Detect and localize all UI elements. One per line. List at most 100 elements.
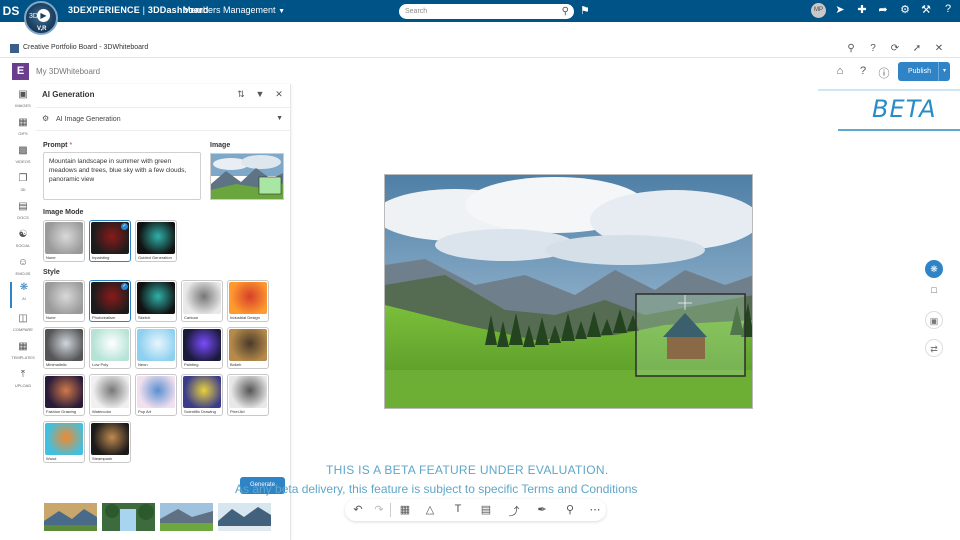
style-option[interactable]: Scientific Drawing bbox=[181, 374, 223, 416]
style-option[interactable]: Steampunk bbox=[89, 421, 131, 463]
refresh-icon[interactable]: ⟳ bbox=[889, 43, 901, 54]
dashboard-menu[interactable]: Members Management ▼ bbox=[183, 5, 285, 15]
image-mode-option[interactable]: None bbox=[43, 220, 85, 262]
image-label: Image bbox=[210, 142, 231, 149]
generator-selected-value: AI Image Generation bbox=[56, 116, 121, 123]
network-icon[interactable]: ⚙ bbox=[898, 3, 912, 16]
style-option[interactable]: Sketch bbox=[135, 280, 177, 322]
text-icon[interactable]: T bbox=[451, 503, 465, 515]
rail-item-compare[interactable]: ◫ COMPARE bbox=[10, 313, 36, 332]
gear-icon: ⚙ bbox=[42, 114, 50, 123]
style-thumbnail bbox=[91, 329, 129, 361]
add-icon[interactable]: ✚ bbox=[855, 3, 869, 16]
frame-icon[interactable]: ▦ bbox=[398, 503, 412, 516]
tools-icon[interactable]: ⚒ bbox=[919, 3, 933, 16]
select-area-icon[interactable]: □ bbox=[925, 281, 943, 299]
help-icon[interactable]: ? bbox=[941, 3, 955, 15]
connectors-icon[interactable]: ⇄ bbox=[925, 339, 943, 357]
rail-item-3d[interactable]: ❐ 3D bbox=[10, 173, 36, 192]
result-thumbnail[interactable] bbox=[160, 503, 213, 531]
style-option[interactable]: Bokeh bbox=[227, 327, 269, 369]
image-mode-option[interactable]: Guided Generation bbox=[135, 220, 177, 262]
help-icon[interactable]: ? bbox=[867, 43, 879, 54]
generator-select[interactable]: ⚙ AI Image Generation ▼ bbox=[36, 107, 291, 131]
rail-item-upload[interactable]: ⤒ UPLOAD bbox=[10, 369, 36, 388]
style-thumbnail bbox=[45, 376, 83, 408]
style-option[interactable]: Pixel Art bbox=[227, 374, 269, 416]
style-option[interactable]: Cartoon bbox=[181, 280, 223, 322]
social-icon: ☯ bbox=[18, 229, 28, 240]
image-mode-option[interactable]: ✓ Inpainting bbox=[89, 220, 131, 262]
style-option[interactable]: Pop Art bbox=[135, 374, 177, 416]
reference-image[interactable] bbox=[210, 153, 284, 200]
help-icon[interactable]: ? bbox=[856, 65, 870, 77]
image-mode-label: Image Mode bbox=[43, 209, 84, 216]
compass-icon[interactable]: 3D ▶ V,R bbox=[24, 1, 58, 35]
pin-icon[interactable]: ➚ bbox=[911, 43, 923, 54]
chat-icon[interactable]: ➤ bbox=[833, 3, 847, 16]
publish-button[interactable]: Publish ▾ bbox=[898, 62, 950, 81]
style-option[interactable]: Wood bbox=[43, 421, 85, 463]
rail-item-docs[interactable]: ▤ DOCS bbox=[10, 201, 36, 220]
publish-label: Publish bbox=[908, 68, 931, 75]
brand-separator: | bbox=[139, 5, 148, 15]
tag-icon[interactable]: ⚑ bbox=[580, 4, 590, 17]
style-option[interactable]: Low Poly bbox=[89, 327, 131, 369]
rail-item-ai[interactable]: ❋ AI bbox=[10, 282, 36, 308]
search-icon[interactable]: ⚲ bbox=[845, 43, 857, 54]
reference-image-preview bbox=[211, 154, 283, 199]
sticky-note-icon[interactable]: ▤ bbox=[479, 503, 493, 516]
rail-item-gifs[interactable]: ▦ GIFS bbox=[10, 117, 36, 136]
redo-icon[interactable]: ↷ bbox=[372, 503, 386, 516]
style-thumbnail bbox=[45, 329, 83, 361]
whiteboard-app-icon bbox=[10, 44, 19, 53]
sliders-icon[interactable]: ⇅ bbox=[235, 89, 247, 100]
rail-item-images[interactable]: ▣ IMAGES bbox=[10, 89, 36, 108]
publish-dropdown-icon[interactable]: ▾ bbox=[938, 62, 950, 81]
ai-assist-icon[interactable]: ❋ bbox=[925, 260, 943, 278]
prompt-textarea[interactable]: Mountain landscape in summer with green … bbox=[43, 152, 201, 200]
style-thumbnail bbox=[229, 329, 267, 361]
style-thumbnail bbox=[91, 376, 129, 408]
zoom-icon[interactable]: ⚲ bbox=[563, 503, 577, 516]
ds-logo-icon[interactable]: DS bbox=[2, 2, 20, 20]
more-icon[interactable]: ⋯ bbox=[588, 503, 602, 516]
result-thumbnail[interactable] bbox=[218, 503, 271, 531]
style-option[interactable]: None bbox=[43, 280, 85, 322]
canvas-generated-image[interactable] bbox=[384, 174, 753, 409]
info-icon[interactable]: ⓘ bbox=[877, 65, 891, 81]
whiteboard-name[interactable]: My 3DWhiteboard bbox=[36, 67, 100, 76]
result-thumbnail[interactable] bbox=[102, 503, 155, 531]
share-icon[interactable]: ➦ bbox=[876, 3, 890, 16]
style-option[interactable]: Minimalistic bbox=[43, 327, 85, 369]
style-option[interactable]: Fashion Drawing bbox=[43, 374, 85, 416]
connector-icon[interactable]: ⤴ bbox=[507, 503, 521, 519]
style-option[interactable]: Neon bbox=[135, 327, 177, 369]
home-icon[interactable]: ⌂ bbox=[833, 65, 847, 77]
image-edit-icon[interactable]: ▣ bbox=[925, 311, 943, 329]
rail-item-social[interactable]: ☯ SOCIAL bbox=[10, 229, 36, 248]
style-option[interactable]: Watercolor bbox=[89, 374, 131, 416]
rail-item-videos[interactable]: ▩ VIDEOS bbox=[10, 145, 36, 164]
shapes-icon[interactable]: △ bbox=[423, 503, 437, 516]
result-thumbnail[interactable] bbox=[44, 503, 97, 531]
brand-name: 3DEXPERIENCE bbox=[68, 5, 140, 15]
rail-item-emojis[interactable]: ☺ EMOJIS bbox=[10, 257, 36, 276]
tile-label: Low Poly bbox=[92, 362, 109, 367]
style-option[interactable]: ✓ Photorealism bbox=[89, 280, 131, 322]
style-thumbnail bbox=[183, 329, 221, 361]
close-icon[interactable]: ✕ bbox=[933, 43, 945, 54]
filter-icon[interactable]: ▼ bbox=[254, 89, 266, 99]
style-option[interactable]: Painting bbox=[181, 327, 223, 369]
rail-label: IMAGES bbox=[15, 103, 31, 108]
rail-item-templates[interactable]: ▦ TEMPLATES bbox=[10, 341, 36, 360]
tile-label: Painting bbox=[184, 362, 199, 367]
pen-icon[interactable]: ✒ bbox=[535, 503, 549, 516]
style-option[interactable]: Industrial Design bbox=[227, 280, 269, 322]
undo-icon[interactable]: ↶ bbox=[351, 503, 365, 516]
close-icon[interactable]: ✕ bbox=[273, 89, 285, 100]
upload-icon: ⤒ bbox=[20, 369, 26, 380]
search-icon[interactable]: ⚲ bbox=[562, 4, 569, 19]
search-input[interactable]: Search ⚲ bbox=[399, 4, 574, 19]
avatar[interactable]: MP bbox=[811, 3, 826, 18]
